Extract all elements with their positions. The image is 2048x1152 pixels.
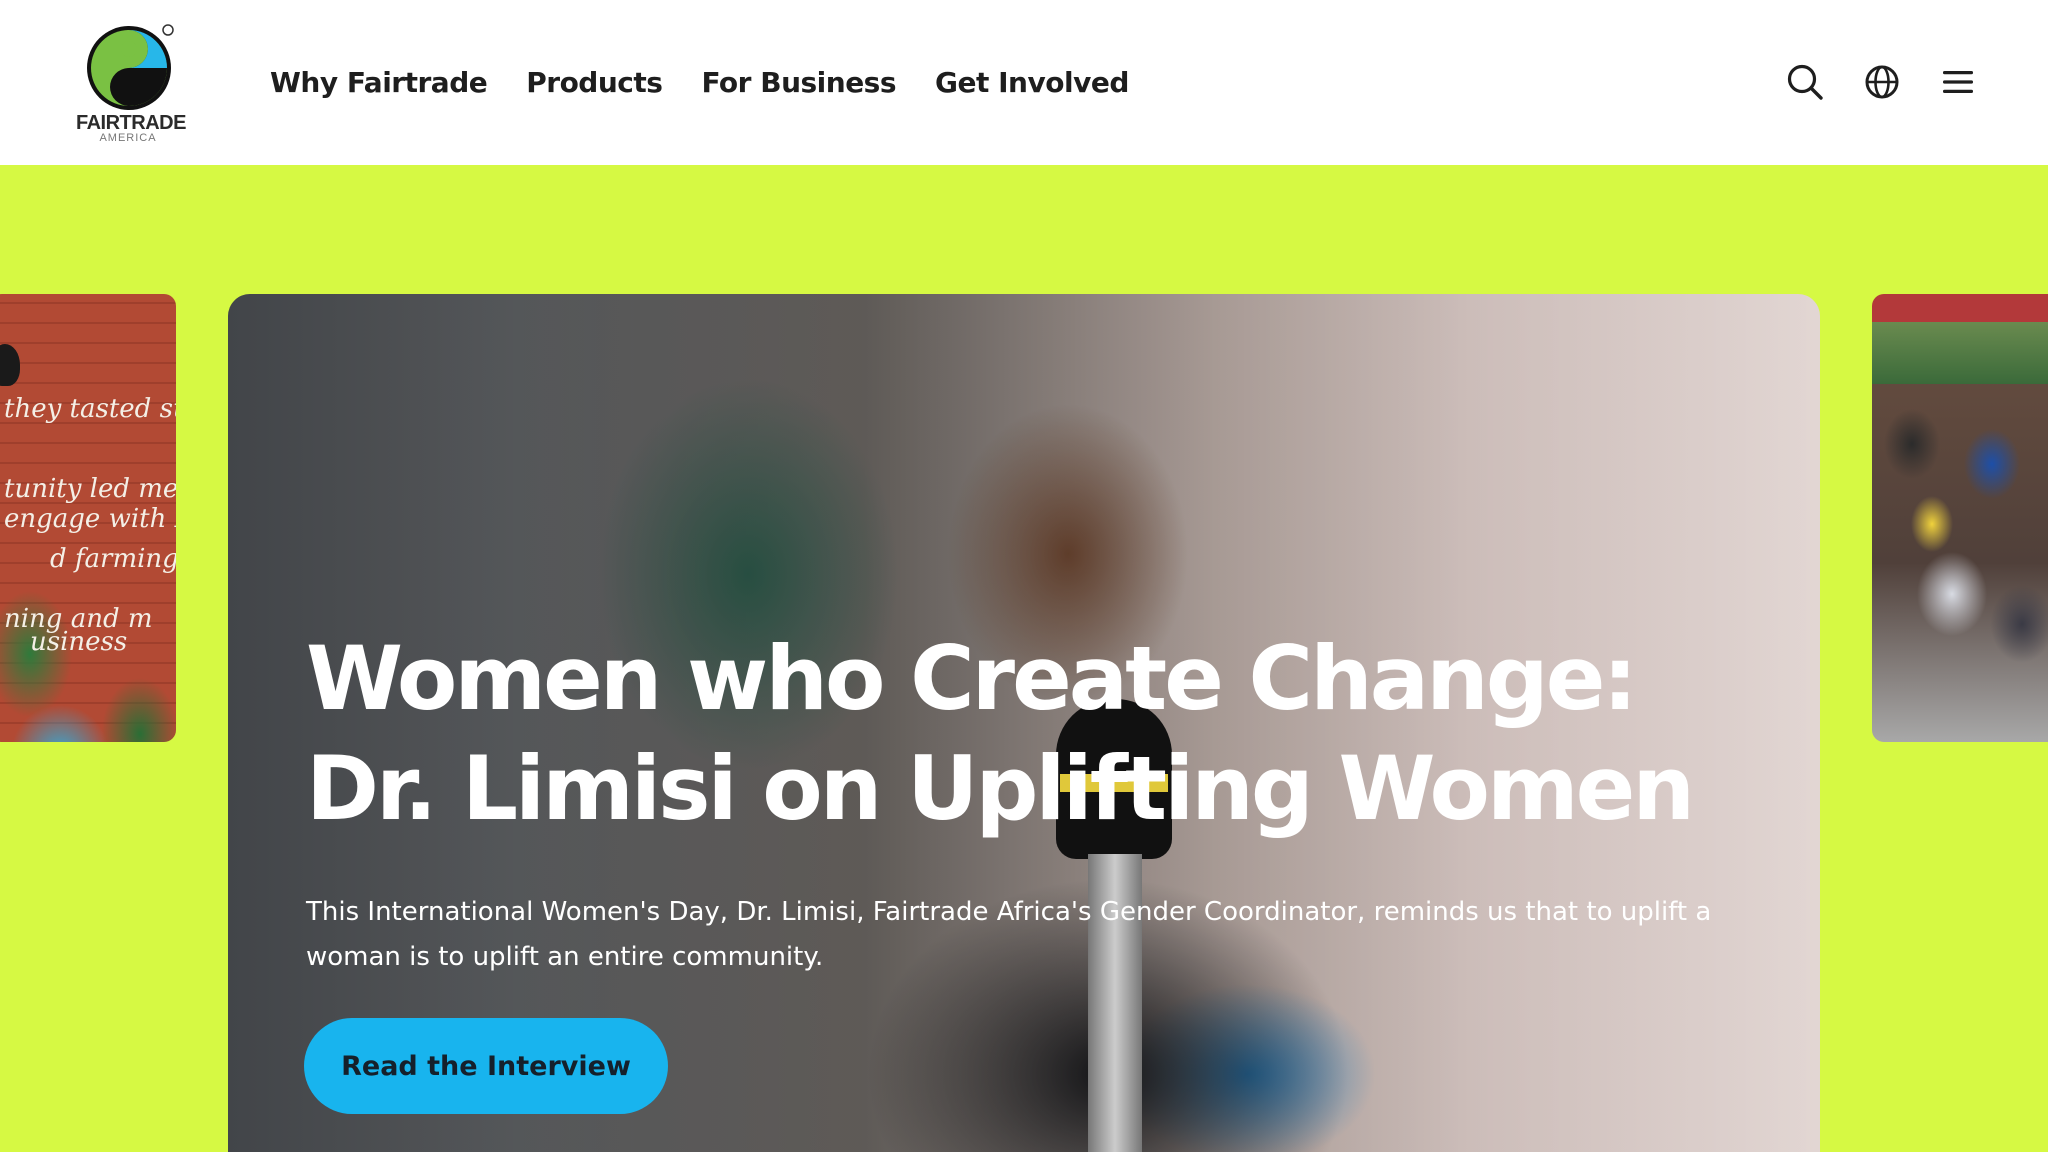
globe-icon	[1865, 65, 1899, 99]
read-interview-button[interactable]: Read the Interview	[304, 1018, 668, 1114]
mural-text-line: engage with Fair	[4, 504, 176, 534]
nav-for-business[interactable]: For Business	[701, 58, 896, 108]
mural-text-line: d farming	[50, 544, 176, 574]
nav-get-involved[interactable]: Get Involved	[935, 58, 1129, 108]
mural-text-line: usiness	[30, 627, 128, 657]
language-button[interactable]	[1860, 60, 1904, 104]
menu-button[interactable]	[1936, 60, 1980, 104]
menu-icon	[1943, 71, 1973, 93]
nav-why-fairtrade[interactable]: Why Fairtrade	[270, 58, 488, 108]
carousel-slide-active: Women who Create Change: Dr. Limisi on U…	[228, 294, 1820, 1152]
hero-description: This International Women's Day, Dr. Limi…	[306, 897, 1712, 972]
search-button[interactable]	[1783, 60, 1827, 104]
carousel-slide-next[interactable]	[1872, 294, 2048, 742]
fairtrade-mark-icon	[87, 24, 174, 110]
hero-title: Women who Create Change: Dr. Limisi on U…	[306, 627, 1695, 840]
mural-text-line: tunity led me	[4, 474, 176, 504]
carousel-slide-previous[interactable]: they tasted su tunity led me engage with…	[0, 294, 176, 742]
wall-lamp-image	[0, 344, 20, 386]
search-icon	[1787, 64, 1823, 100]
logo-subtitle: AMERICA	[99, 132, 157, 144]
main-nav: Why Fairtrade Products For Business Get …	[270, 58, 1129, 108]
site-header: FAIRTRADE AMERICA Why Fairtrade Products…	[0, 0, 2048, 165]
nav-products[interactable]: Products	[526, 58, 663, 108]
fairtrade-logo[interactable]: FAIRTRADE AMERICA	[76, 22, 186, 146]
mural-text-line: they tasted su	[4, 394, 176, 424]
